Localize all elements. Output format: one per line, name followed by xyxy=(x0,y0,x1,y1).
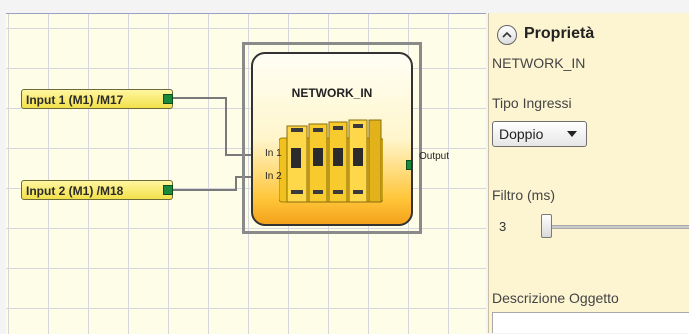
input-block-label: Input 2 (M1) /M18 xyxy=(26,184,124,198)
block-title: NETWORK_IN xyxy=(291,86,373,100)
output-pin-icon[interactable] xyxy=(163,94,173,104)
output-label: Output xyxy=(419,151,450,162)
filter-slider-thumb[interactable] xyxy=(541,214,552,238)
description-input[interactable] xyxy=(492,312,689,333)
dropdown-arrow-icon xyxy=(567,131,577,137)
in1-label: In 1 xyxy=(265,148,282,159)
properties-panel: Proprietà NETWORK_IN Tipo Ingressi Doppi… xyxy=(488,13,689,333)
object-name: NETWORK_IN xyxy=(492,55,586,71)
description-label: Descrizione Oggetto xyxy=(492,290,619,306)
filter-slider-track[interactable] xyxy=(545,225,689,229)
filter-value: 3 xyxy=(499,219,507,234)
collapse-button[interactable] xyxy=(497,25,517,45)
chevron-up-icon xyxy=(502,31,512,38)
input-block-label: Input 1 (M1) /M17 xyxy=(26,93,124,107)
filter-label: Filtro (ms) xyxy=(492,187,555,203)
input-type-select[interactable]: Doppio xyxy=(492,121,587,147)
network-in-block[interactable]: NETWORK_IN In 1 In 2 xyxy=(251,52,413,226)
safety-module-icon xyxy=(279,119,383,203)
input-block-2[interactable]: Input 2 (M1) /M18 xyxy=(21,180,173,200)
input-block-1[interactable]: Input 1 (M1) /M17 xyxy=(21,89,173,109)
input-type-label: Tipo Ingressi xyxy=(492,95,572,111)
input-type-value: Doppio xyxy=(499,126,544,142)
in2-label: In 2 xyxy=(265,171,282,182)
panel-title: Proprietà xyxy=(524,25,595,42)
output-pin-icon[interactable] xyxy=(406,160,411,170)
output-pin-icon[interactable] xyxy=(163,185,173,195)
